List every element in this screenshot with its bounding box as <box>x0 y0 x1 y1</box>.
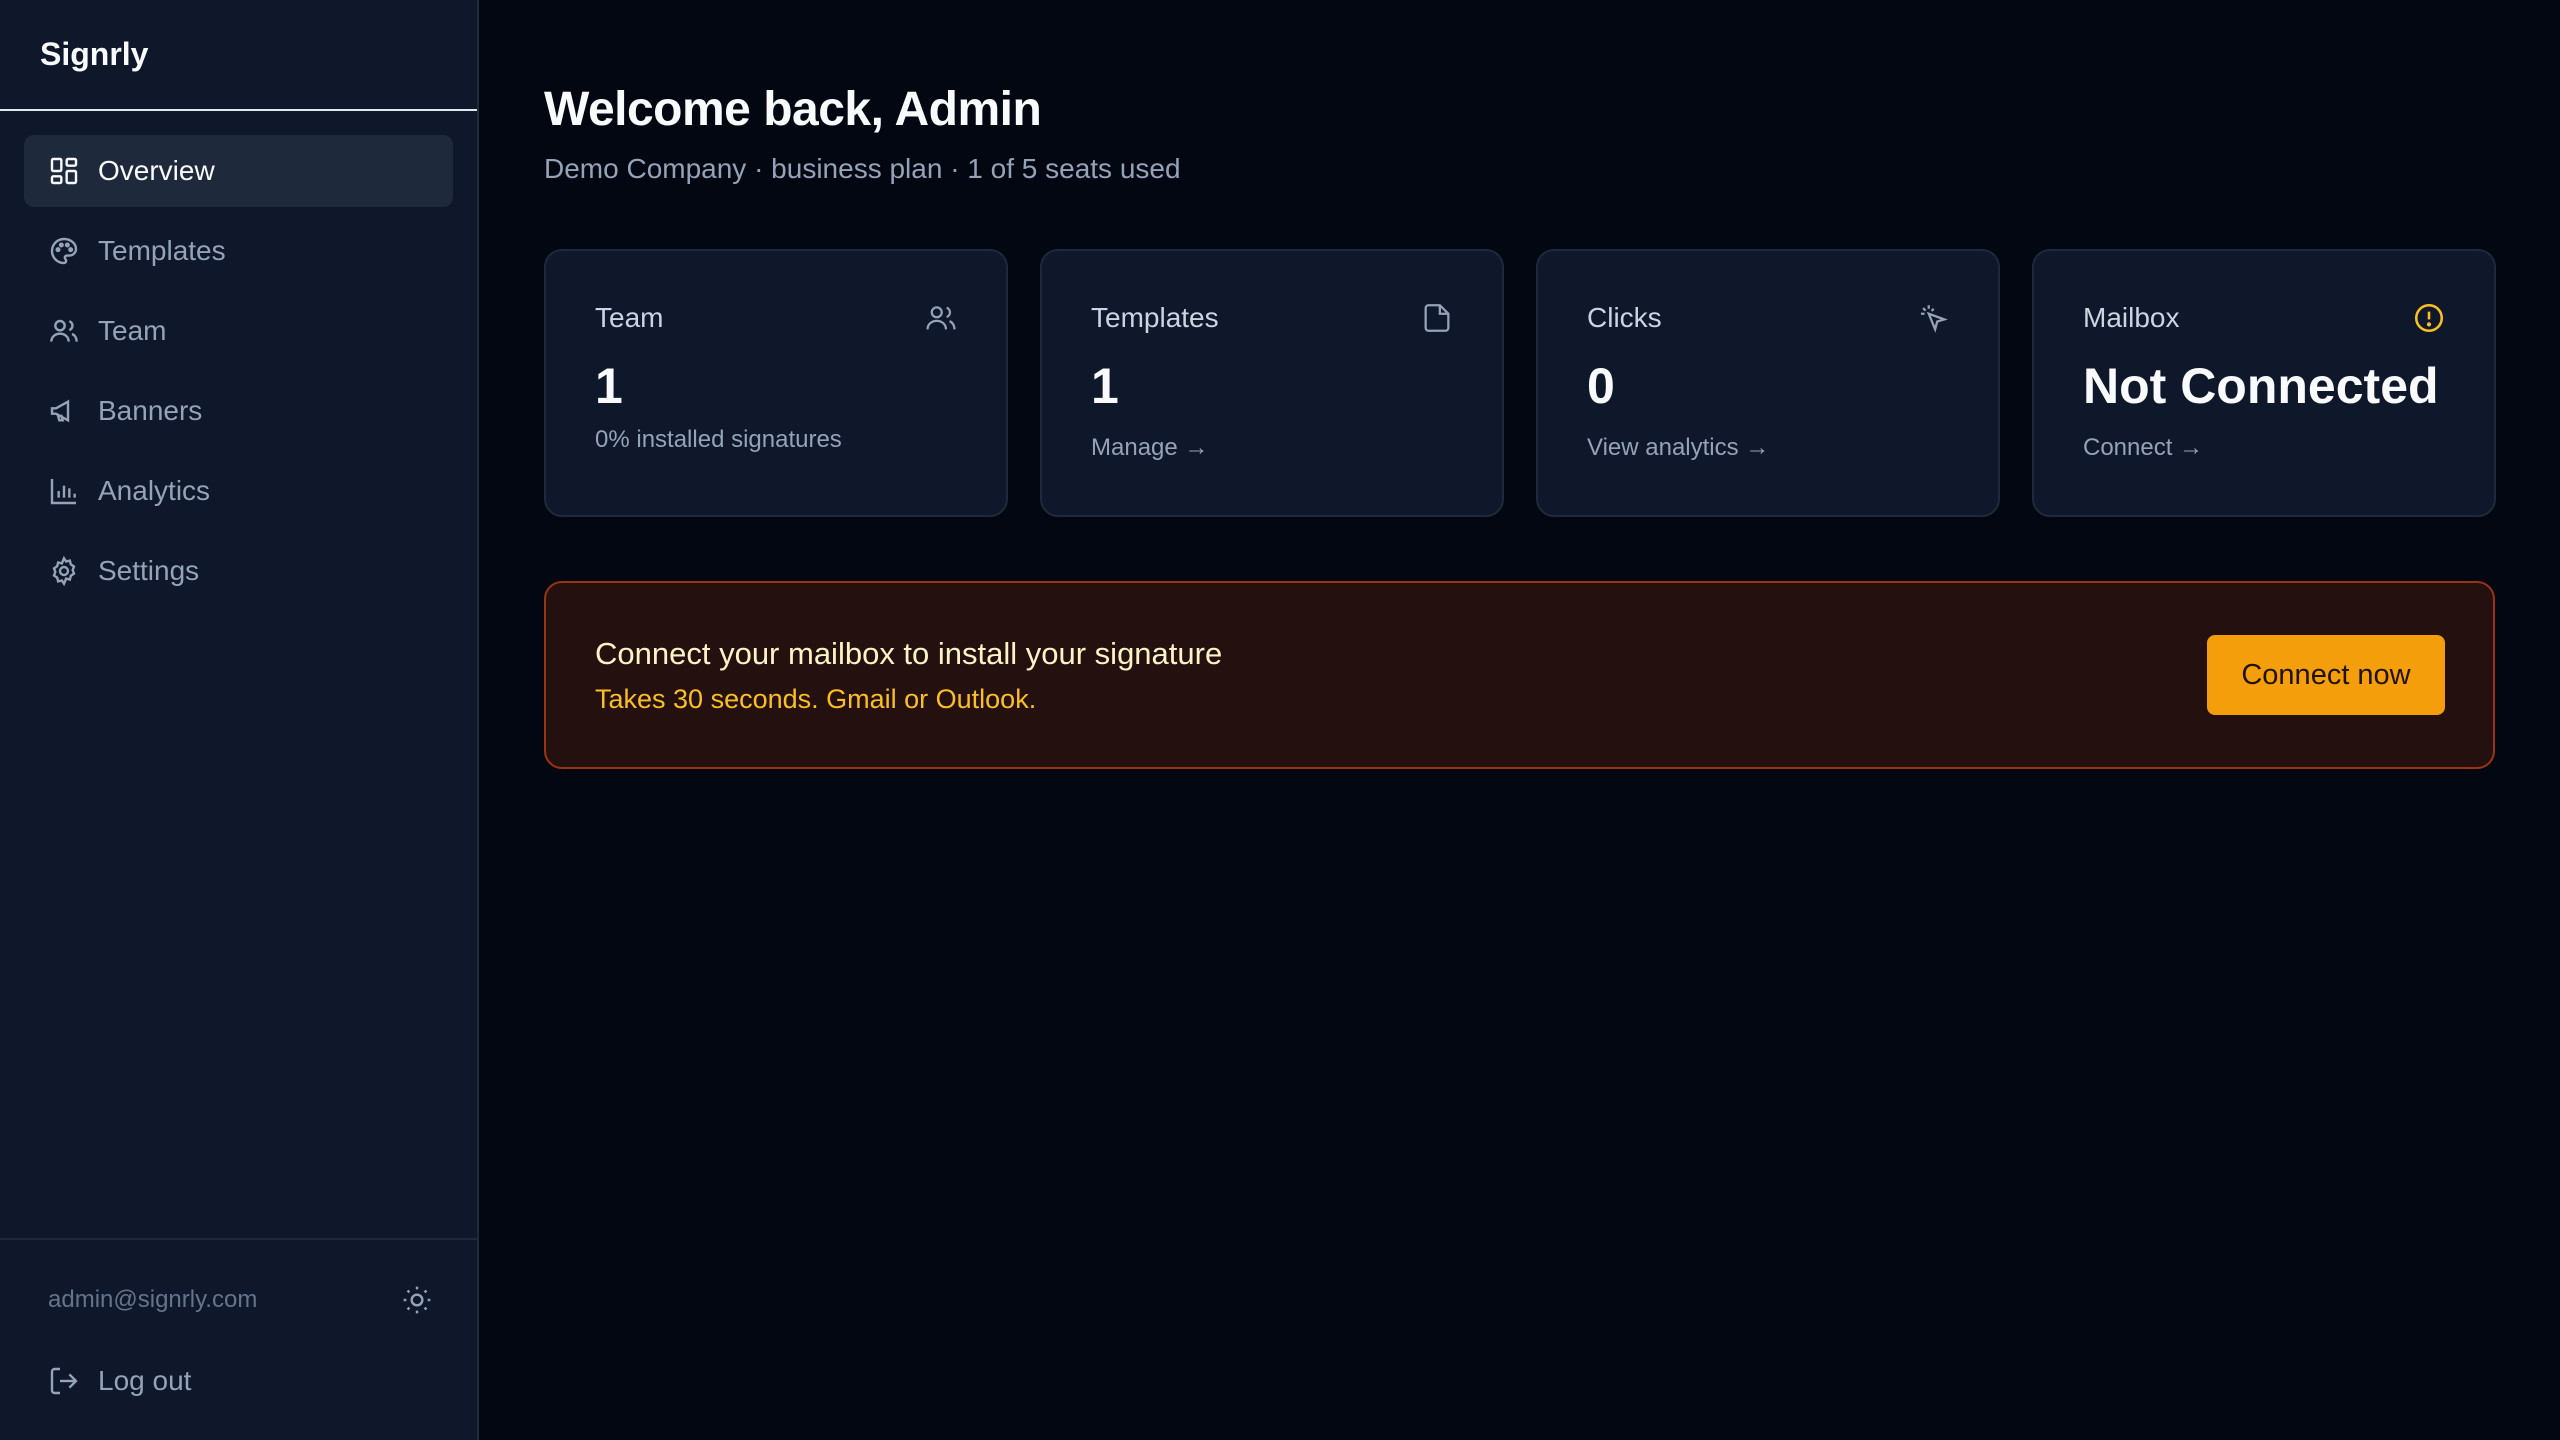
cursor-click-icon <box>1920 305 1948 333</box>
gear-icon <box>52 555 76 587</box>
megaphone-icon <box>50 399 70 423</box>
alert-circle-icon <box>2414 303 2444 333</box>
sidebar-item-label: Team <box>98 315 167 346</box>
mailbox-card: Mailbox Not Connected Connect → <box>2032 249 2496 517</box>
card-value: 1 <box>595 358 623 414</box>
logout-label: Log out <box>98 1365 192 1396</box>
connect-mailbox-banner: Connect your mailbox to install your sig… <box>544 581 2495 769</box>
sidebar: Signrly Overview Templates Team Banners … <box>0 0 479 1440</box>
sidebar-item-templates[interactable]: Templates <box>24 215 453 287</box>
card-title: Clicks <box>1587 302 1662 333</box>
clicks-card: Clicks 0 View analytics → <box>1536 249 2000 517</box>
sidebar-item-settings[interactable]: Settings <box>24 535 453 607</box>
main-content: Welcome back, Admin Demo Company · busin… <box>479 0 2560 1440</box>
users-icon <box>926 306 956 330</box>
card-title: Templates <box>1091 302 1219 333</box>
card-value: Not Connected <box>2083 358 2439 414</box>
sidebar-item-label: Overview <box>98 155 215 186</box>
dashboard-icon <box>50 157 78 185</box>
logout-icon <box>50 1367 78 1395</box>
card-value: 1 <box>1091 358 1119 414</box>
palette-icon <box>50 237 78 265</box>
sidebar-item-team[interactable]: Team <box>24 295 453 367</box>
file-icon <box>1424 304 1450 332</box>
connect-mailbox-link[interactable]: Connect → <box>2083 434 2446 462</box>
sidebar-item-label: Settings <box>98 555 200 586</box>
manage-templates-link[interactable]: Manage → <box>1091 434 1454 462</box>
card-title: Mailbox <box>2083 302 2180 333</box>
banner-subtitle: Takes 30 seconds. Gmail or Outlook. <box>595 683 1037 714</box>
brand-logo[interactable]: Signrly <box>0 0 477 111</box>
sidebar-item-banners[interactable]: Banners <box>24 375 453 447</box>
connect-now-button[interactable]: Connect now <box>2207 635 2445 715</box>
card-subtext: 0% installed signatures <box>595 426 842 453</box>
sidebar-item-label: Banners <box>98 395 203 426</box>
templates-card: Templates 1 Manage → <box>1040 249 1504 517</box>
team-card: Team 1 0% installed signatures <box>544 249 1008 517</box>
page-title: Welcome back, Admin <box>544 83 1042 136</box>
sidebar-item-label: Templates <box>98 235 226 266</box>
logout-button[interactable]: Log out <box>0 1360 477 1402</box>
stat-cards: Team 1 0% installed signatures Templates… <box>544 249 2496 517</box>
page-subtitle: Demo Company · business plan · 1 of 5 se… <box>544 153 1181 184</box>
sidebar-footer: admin@signrly.com Log out <box>0 1238 477 1440</box>
sidebar-item-overview[interactable]: Overview <box>24 135 453 207</box>
card-title: Team <box>595 302 664 333</box>
sun-icon <box>403 1286 431 1314</box>
banner-text: Connect your mailbox to install your sig… <box>595 636 1222 715</box>
app: Signrly Overview Templates Team Banners … <box>0 0 2560 1440</box>
view-analytics-link[interactable]: View analytics → <box>1587 434 1950 462</box>
sidebar-item-analytics[interactable]: Analytics <box>24 455 453 527</box>
sidebar-nav: Overview Templates Team Banners Analytic… <box>0 111 477 607</box>
bar-chart-icon <box>50 479 76 505</box>
users-icon <box>50 319 78 342</box>
card-value: 0 <box>1587 358 1615 414</box>
user-email: admin@signrly.com <box>48 1286 258 1313</box>
theme-toggle-button[interactable] <box>397 1280 437 1320</box>
banner-title: Connect your mailbox to install your sig… <box>595 635 1223 671</box>
sidebar-item-label: Analytics <box>98 475 211 506</box>
account-row: admin@signrly.com <box>0 1240 477 1360</box>
